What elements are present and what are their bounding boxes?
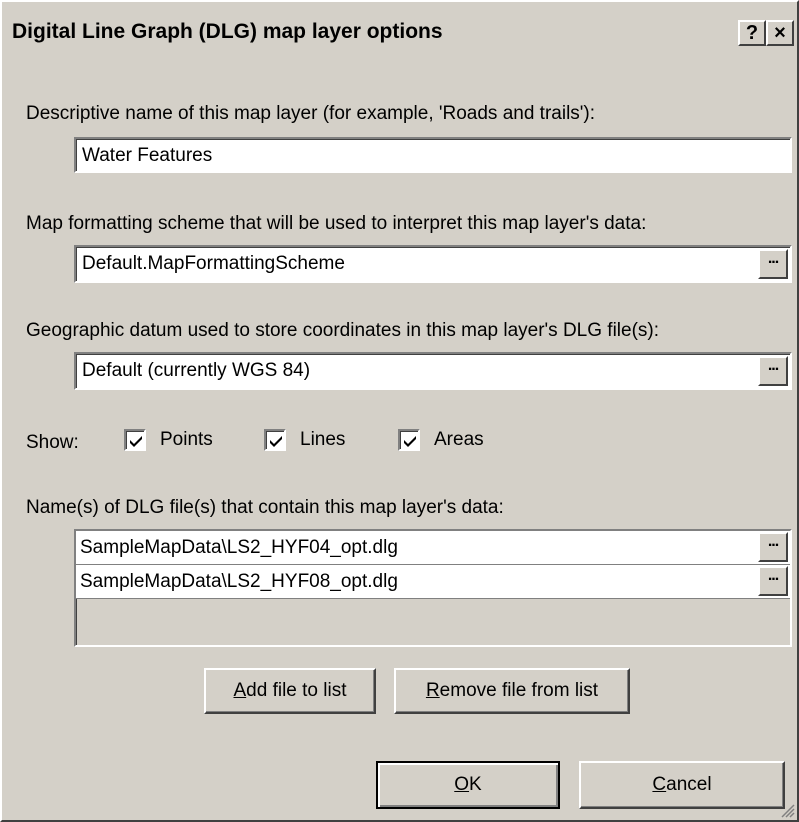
file-path: SampleMapData\LS2_HYF08_opt.dlg xyxy=(80,571,398,592)
points-checkbox-group[interactable]: Points xyxy=(124,429,213,451)
ok-accel: O xyxy=(454,774,470,795)
cancel-label: ancel xyxy=(666,774,712,795)
file-browse-button[interactable]: ... xyxy=(758,566,788,596)
scheme-browse-button[interactable]: ... xyxy=(758,249,788,279)
datum-label: Geographic datum used to store coordinat… xyxy=(26,320,660,341)
ok-label: K xyxy=(469,774,482,795)
resize-grip-icon[interactable] xyxy=(779,802,795,818)
file-path: SampleMapData\LS2_HYF04_opt.dlg xyxy=(80,537,398,558)
cancel-accel: C xyxy=(652,774,667,795)
add-file-button[interactable]: Add file to list xyxy=(204,668,376,714)
cancel-button[interactable]: Cancel xyxy=(579,761,785,809)
checkmark-icon xyxy=(270,436,282,447)
layer-name-label: Descriptive name of this map layer (for … xyxy=(26,103,596,124)
dlg-options-dialog: Digital Line Graph (DLG) map layer optio… xyxy=(0,0,799,822)
scheme-value: Default.MapFormattingScheme xyxy=(82,253,345,274)
title-bar: Digital Line Graph (DLG) map layer optio… xyxy=(8,16,797,56)
lines-checkbox-group[interactable]: Lines xyxy=(264,429,345,451)
scheme-label: Map formatting scheme that will be used … xyxy=(26,213,647,234)
datum-value: Default (currently WGS 84) xyxy=(82,360,311,381)
close-button[interactable]: × xyxy=(766,20,794,46)
show-label: Show: xyxy=(26,432,79,453)
points-checkbox[interactable] xyxy=(124,429,146,451)
datum-browse-button[interactable]: ... xyxy=(758,356,788,386)
dialog-title: Digital Line Graph (DLG) map layer optio… xyxy=(12,20,443,43)
datum-input[interactable]: Default (currently WGS 84) ... xyxy=(74,352,792,390)
areas-checkbox-group[interactable]: Areas xyxy=(398,429,484,451)
lines-checkbox[interactable] xyxy=(264,429,286,451)
files-label: Name(s) of DLG file(s) that contain this… xyxy=(26,497,504,518)
areas-label: Areas xyxy=(434,429,484,450)
layer-name-input[interactable]: Water Features xyxy=(74,137,792,173)
remove-file-label: emove file from list xyxy=(439,680,599,701)
remove-file-accel: R xyxy=(425,680,440,701)
remove-file-button[interactable]: Remove file from list xyxy=(394,668,630,714)
add-file-label: dd file to list xyxy=(246,680,347,701)
checkmark-icon xyxy=(404,436,416,447)
ok-button[interactable]: OK xyxy=(376,761,560,809)
file-list-item[interactable]: SampleMapData\LS2_HYF04_opt.dlg ... xyxy=(76,531,790,565)
lines-label: Lines xyxy=(300,429,346,450)
file-list-item[interactable]: SampleMapData\LS2_HYF08_opt.dlg ... xyxy=(76,565,790,599)
points-label: Points xyxy=(160,429,213,450)
areas-checkbox[interactable] xyxy=(398,429,420,451)
help-button[interactable]: ? xyxy=(738,20,766,46)
add-file-accel: A xyxy=(233,680,247,701)
checkmark-icon xyxy=(130,436,142,447)
file-list[interactable]: SampleMapData\LS2_HYF04_opt.dlg ... Samp… xyxy=(74,529,792,647)
scheme-input[interactable]: Default.MapFormattingScheme ... xyxy=(74,245,792,283)
file-browse-button[interactable]: ... xyxy=(758,532,788,562)
